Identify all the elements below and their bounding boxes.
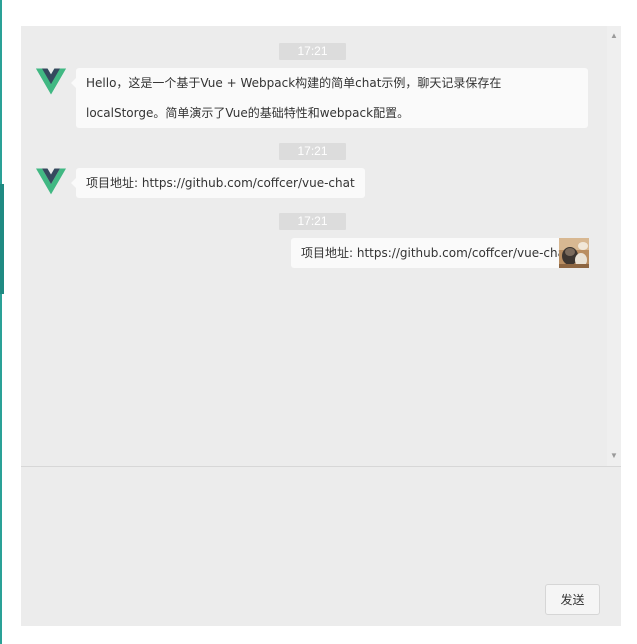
- send-button[interactable]: 发送: [545, 584, 600, 615]
- message-text: 项目地址: https://github.com/coffcer/vue-cha…: [301, 246, 570, 260]
- message-bubble-self: 项目地址: https://github.com/coffcer/vue-cha…: [291, 238, 585, 268]
- message-input[interactable]: [29, 475, 617, 579]
- bubble-tail: [71, 178, 76, 188]
- vue-logo-icon: [36, 168, 66, 198]
- user-avatar: [559, 238, 589, 268]
- message-bubble: 项目地址: https://github.com/coffcer/vue-cha…: [71, 168, 365, 198]
- message-bubble: Hello，这是一个基于Vue + Webpack构建的简单chat示例，聊天记…: [71, 68, 588, 128]
- window-left-border: [0, 0, 2, 644]
- message-list: 17:21 Hello，这是一个基于Vue + Webpack构建的简单chat…: [21, 26, 607, 466]
- message-timestamp: 17:21: [279, 143, 346, 160]
- window-left-border-accent: [0, 184, 4, 294]
- message-text: 项目地址: https://github.com/coffcer/vue-cha…: [86, 176, 355, 190]
- chat-panel: 17:21 Hello，这是一个基于Vue + Webpack构建的简单chat…: [21, 26, 621, 626]
- message-timestamp: 17:21: [279, 43, 346, 60]
- scroll-down-arrow-icon[interactable]: ▼: [607, 448, 621, 464]
- scroll-up-arrow-icon[interactable]: ▲: [607, 28, 621, 44]
- message-scrollbar[interactable]: ▲ ▼: [607, 26, 621, 466]
- vue-logo-icon: [36, 68, 66, 98]
- composer: 发送: [21, 467, 621, 626]
- message-text: Hello，这是一个基于Vue + Webpack构建的简单chat示例，聊天记…: [86, 76, 502, 120]
- message-timestamp: 17:21: [279, 213, 346, 230]
- bubble-tail: [71, 78, 76, 88]
